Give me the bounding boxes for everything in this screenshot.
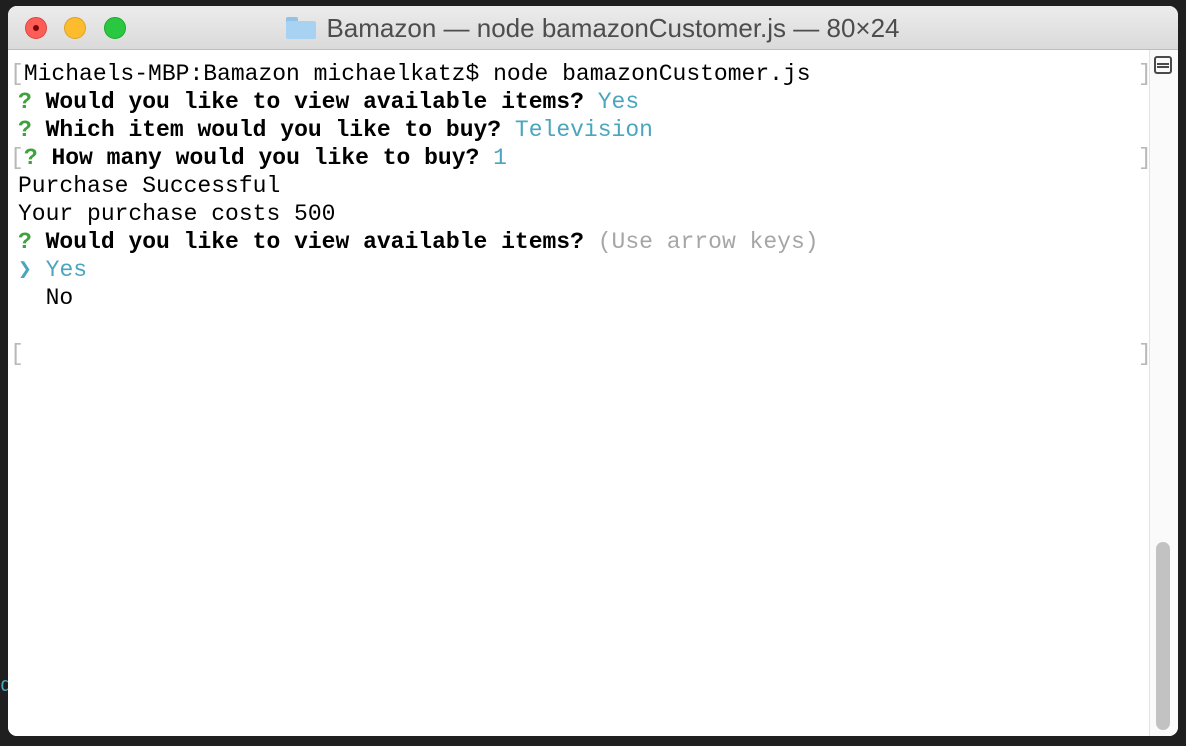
question-text: Would you like to view available items? xyxy=(45,229,584,255)
option-selected[interactable]: ❯ Yes xyxy=(18,256,87,284)
result-line: Purchase Successful xyxy=(18,173,281,199)
split-pane-button[interactable] xyxy=(1154,56,1172,74)
terminal-window: Bamazon — node bamazonCustomer.js — 80×2… xyxy=(8,6,1178,736)
window-title-wrap: Bamazon — node bamazonCustomer.js — 80×2… xyxy=(8,6,1178,50)
folder-icon[interactable] xyxy=(286,17,317,39)
split-pane-icon xyxy=(1154,56,1172,74)
prompt-line: [Michaels-MBP:Bamazon michaelkatz$ node … xyxy=(10,60,811,88)
question-answer: Yes xyxy=(597,89,640,115)
question-mark: ? xyxy=(18,229,32,255)
terminal-output[interactable]: [Michaels-MBP:Bamazon michaelkatz$ node … xyxy=(8,50,1152,736)
prompt-command: Michaels-MBP:Bamazon michaelkatz$ node b… xyxy=(23,61,811,87)
question-mark: ? xyxy=(18,89,32,115)
cursor-line: [ xyxy=(10,340,24,368)
question-mark: ? xyxy=(23,145,38,171)
question-answer: 1 xyxy=(493,145,507,171)
option-label: No xyxy=(45,285,74,311)
question-hint: (Use arrow keys) xyxy=(597,229,819,255)
question-answer: Television xyxy=(514,117,653,143)
option-item[interactable]: No xyxy=(18,284,74,312)
question-text: Which item would you like to buy? xyxy=(45,117,502,143)
scrollbar-thumb[interactable] xyxy=(1156,542,1170,730)
question-mark: ? xyxy=(18,117,32,143)
mark-left: [ xyxy=(10,145,24,171)
pointer-icon: ❯ xyxy=(18,257,32,283)
option-label: Yes xyxy=(45,257,88,283)
question-line: ? Would you like to view available items… xyxy=(18,228,819,256)
question-text: Would you like to view available items? xyxy=(45,89,584,115)
question-line: [? How many would you like to buy? 1 xyxy=(10,144,507,172)
question-line: ? Which item would you like to buy? Tele… xyxy=(18,116,653,144)
window-title: Bamazon — node bamazonCustomer.js — 80×2… xyxy=(326,12,900,43)
question-line: ? Would you like to view available items… xyxy=(18,88,639,116)
title-bar[interactable]: Bamazon — node bamazonCustomer.js — 80×2… xyxy=(8,6,1178,50)
mark-left: [ xyxy=(10,341,24,367)
question-text: How many would you like to buy? xyxy=(51,145,480,171)
background-glyph: q xyxy=(0,675,8,698)
mark-left: [ xyxy=(10,61,24,87)
cost-line: Your purchase costs 500 xyxy=(18,201,336,227)
